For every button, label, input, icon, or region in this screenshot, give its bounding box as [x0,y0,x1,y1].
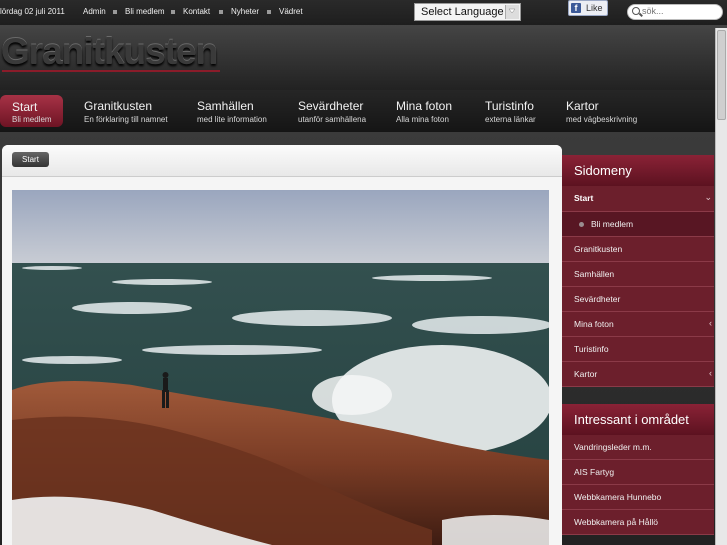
sidebar-item-label: Mina foton [574,319,614,329]
chevron-down-icon: ⌄ [704,192,712,202]
sidebar-item-samhallen[interactable]: Samhällen [562,262,714,287]
bullet-icon [579,222,584,227]
sidebar-item-sevardheter[interactable]: Sevärdheter [562,287,714,312]
facebook-like-button[interactable]: f Like [568,0,608,16]
intressant-title: Intressant i området [574,412,689,427]
bli-medlem-link[interactable]: Bli medlem [125,7,165,16]
sidebar-item-granitkusten[interactable]: Granitkusten [562,237,714,262]
sidomeny-heading: Sidomeny [562,155,714,186]
sidebar-item-label: Turistinfo [574,344,609,354]
separator-bullet [171,10,175,14]
nav-item-title: Turistinfo [485,99,534,113]
nav-item-granitkusten[interactable]: Granitkusten En förklaring till namnet [84,90,174,132]
intressant-heading: Intressant i området [562,404,714,435]
sidebar-item-label: Start [574,193,594,203]
nav-item-kartor[interactable]: Kartor med vägbeskrivning [566,90,646,132]
search-box [627,4,723,20]
sidebar-item-label: Kartor [574,369,598,379]
language-select-label: Select Language [421,6,504,18]
nav-item-title: Sevärdheter [298,99,364,113]
separator-bullet [113,10,117,14]
search-icon[interactable] [632,7,640,15]
sidebar: Sidomeny Start ⌄ Bli medlem Granitkusten… [562,145,727,545]
nav-item-subtitle: Bli medlem [12,115,52,124]
separator-bullet [219,10,223,14]
nav-item-subtitle: externa länkar [485,115,536,124]
nav-item-samhallen[interactable]: Samhällen med lite information [197,90,277,132]
like-label: Like [586,3,603,13]
sidebar-item-label: Vandringsleder m.m. [574,442,652,452]
nav-item-title: Mina foton [396,99,453,113]
nav-item-start[interactable]: Start Bli medlem [0,95,63,127]
admin-link[interactable]: Admin [83,7,106,16]
top-bar: lördag 02 juli 2011 Admin Bli medlem Kon… [0,0,727,25]
nav-item-title: Granitkusten [84,99,153,113]
sidebar-item-turistinfo[interactable]: Turistinfo [562,337,714,362]
logo-underline [2,70,220,72]
sidebar-item-label: Webbkamera på Hållö [574,517,658,527]
facebook-icon: f [571,3,581,13]
nyheter-link[interactable]: Nyheter [231,7,259,16]
nav-item-mina-foton[interactable]: Mina foton Alla mina foton [396,90,461,132]
nav-item-title: Samhällen [197,99,254,113]
chevron-left-icon: ‹ [709,368,712,378]
coast-photo [12,190,549,545]
sidebar-link-webbkamera-hallo[interactable]: Webbkamera på Hållö [562,510,714,535]
sidebar-item-label: Sevärdheter [574,294,621,304]
sidebar-item-label: Webbkamera Hunnebo [574,492,662,502]
nav-item-subtitle: En förklaring till namnet [84,115,168,124]
nav-item-turistinfo[interactable]: Turistinfo externa länkar [485,90,545,132]
sidebar-item-label: Samhällen [574,269,615,279]
sidebar-item-start[interactable]: Start ⌄ [562,186,714,212]
nav-item-subtitle: med vägbeskrivning [566,115,638,124]
nav-item-subtitle: Alla mina foton [396,115,449,124]
main-nav: Start Bli medlem Granitkusten En förklar… [0,90,727,132]
sidebar-item-kartor[interactable]: Kartor ‹ [562,362,714,387]
search-input[interactable] [642,6,712,16]
kontakt-link[interactable]: Kontakt [183,7,210,16]
sidomeny-title: Sidomeny [574,163,632,178]
nav-item-sevardheter[interactable]: Sevärdheter utanför samhällena [298,90,373,132]
page-scrollbar[interactable] [715,28,727,545]
sidebar-item-label: Bli medlem [591,219,634,229]
separator-bullet [267,10,271,14]
vadret-link[interactable]: Vädret [279,7,303,16]
sidebar-link-webbkamera-hunnebo[interactable]: Webbkamera Hunnebo [562,485,714,510]
sidebar-item-label: AIS Fartyg [574,467,615,477]
site-logo[interactable]: Granitkusten [1,31,218,73]
current-date: lördag 02 juli 2011 [0,7,65,16]
scrollbar-thumb[interactable] [717,30,726,120]
language-select[interactable]: Select Language [414,3,521,21]
nav-item-title: Kartor [566,99,599,113]
nav-item-subtitle: utanför samhällena [298,115,367,124]
sidebar-link-vandringsleder[interactable]: Vandringsleder m.m. [562,435,714,460]
sidebar-item-mina-foton[interactable]: Mina foton ‹ [562,312,714,337]
chevron-left-icon: ‹ [709,318,712,328]
sidebar-item-bli-medlem[interactable]: Bli medlem [562,212,714,237]
sidebar-item-label: Granitkusten [574,244,623,254]
nav-item-subtitle: med lite information [197,115,267,124]
dropdown-arrow-icon [505,5,519,19]
nav-item-title: Start [12,100,38,114]
breadcrumb-start[interactable]: Start [12,152,49,167]
sidebar-link-ais-fartyg[interactable]: AIS Fartyg [562,460,714,485]
breadcrumb-bar: Start [2,145,562,177]
